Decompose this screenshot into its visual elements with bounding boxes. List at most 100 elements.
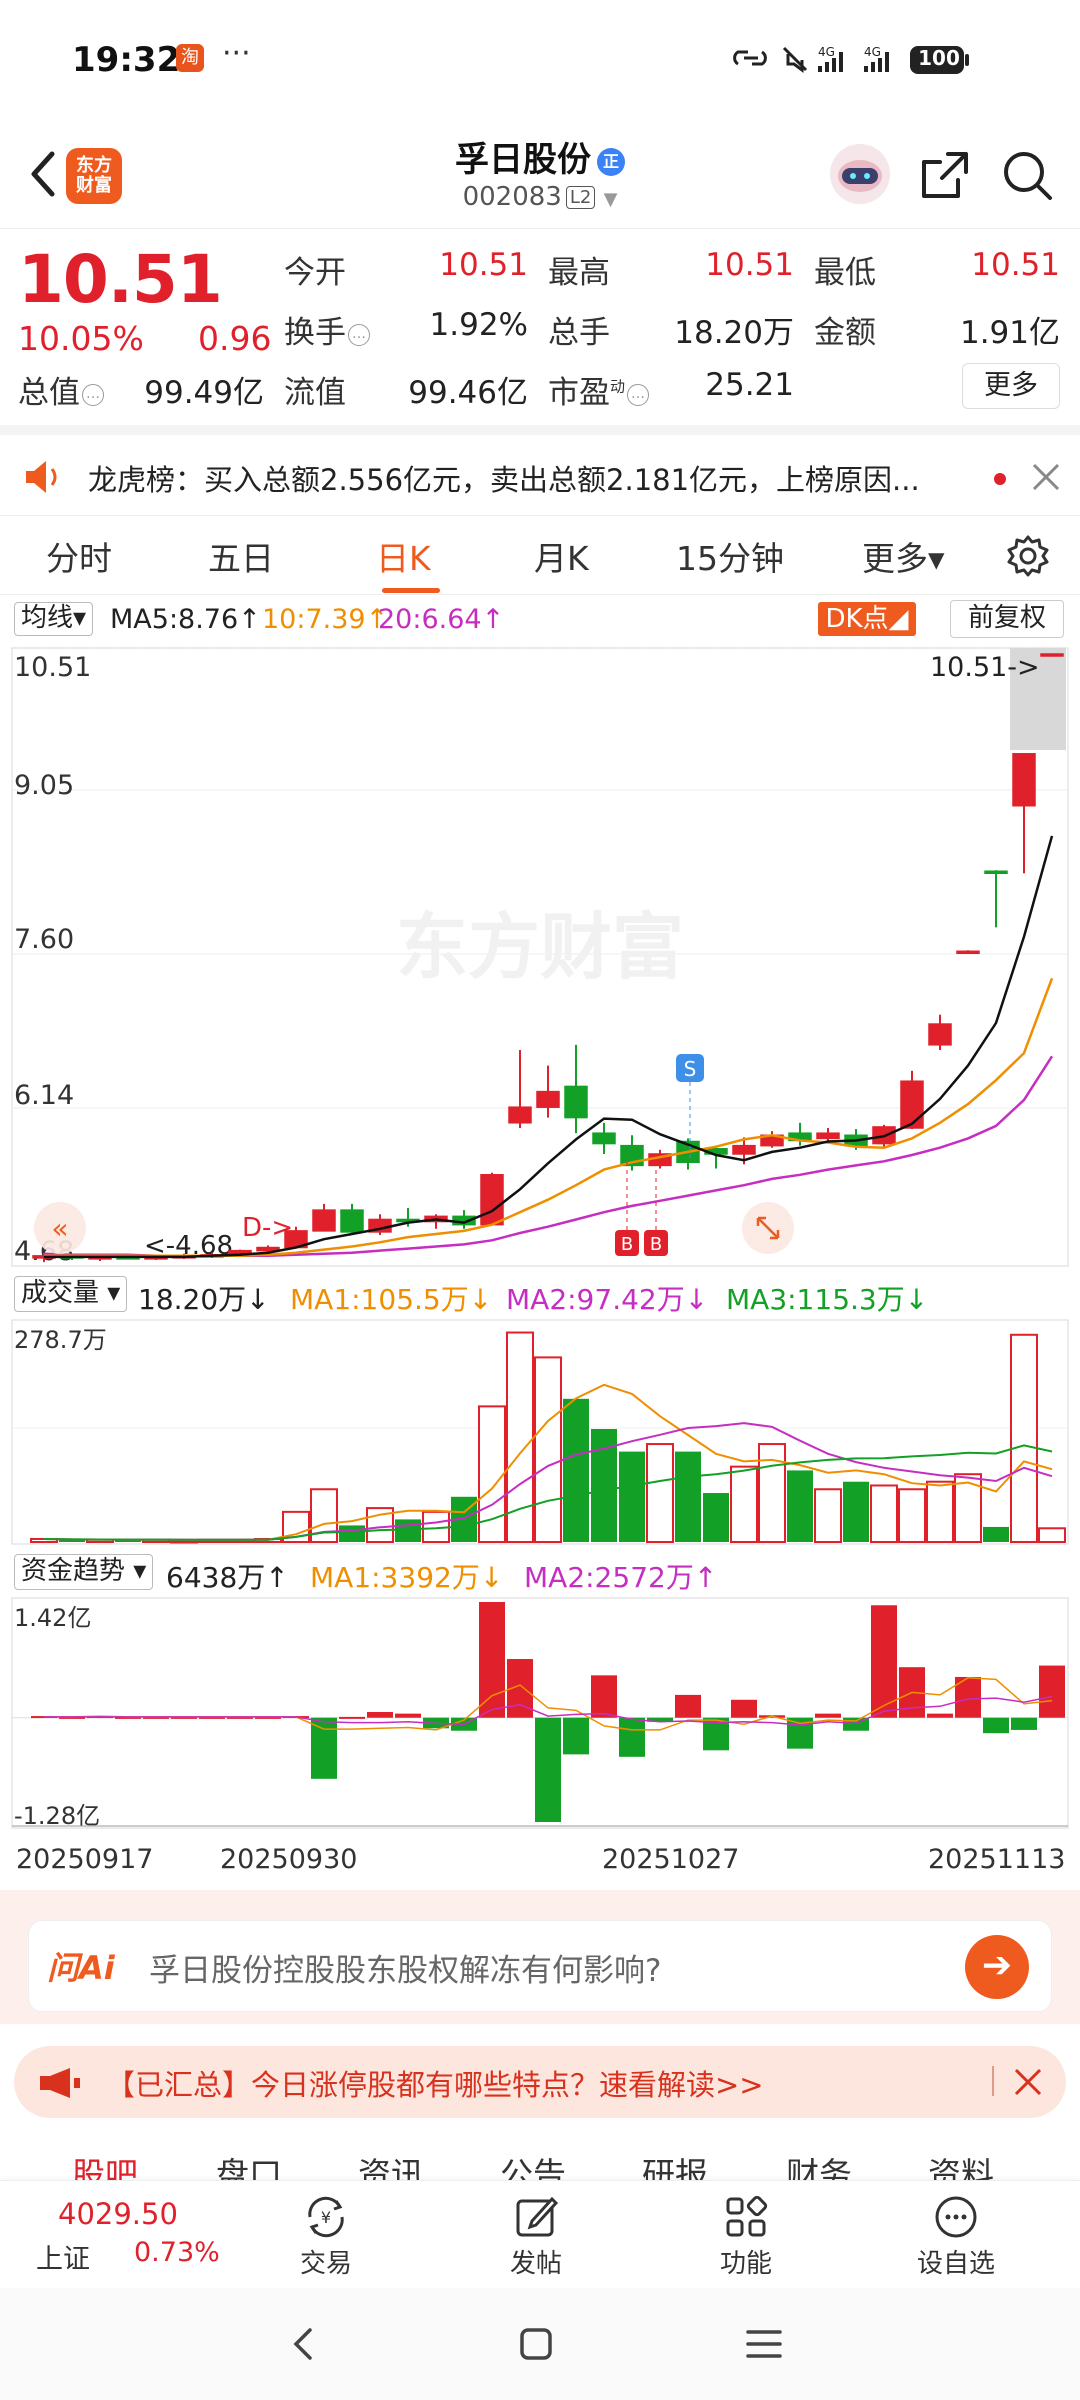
level2-tag: L2 bbox=[565, 186, 596, 209]
more-button[interactable]: 更多 bbox=[962, 363, 1060, 409]
high-value: 10.51 bbox=[705, 247, 794, 283]
volume-y-top: 278.7万 bbox=[14, 1326, 107, 1354]
fund-bar bbox=[479, 1602, 505, 1718]
ai-question-box[interactable]: 问Ai 孚日股份控股股东股权解冻有何影响? ➔ bbox=[28, 1920, 1052, 2012]
volume-bar bbox=[534, 1356, 562, 1543]
tab-profile[interactable]: 资料 bbox=[928, 2148, 994, 2180]
dk-point-button[interactable]: DK点◢ bbox=[818, 602, 916, 636]
y-label-3: 7.60 bbox=[14, 924, 74, 955]
low-value: 10.51 bbox=[971, 247, 1060, 283]
tab-minute[interactable]: 分时 bbox=[46, 532, 112, 580]
ma5-line bbox=[44, 835, 1054, 1259]
date-axis: 20250917 20250930 20251027 20251113 bbox=[0, 1838, 1080, 1890]
fund-trend-chart[interactable]: 1.42亿 -1.28亿 bbox=[0, 1596, 1080, 1838]
tab-five-day[interactable]: 五日 bbox=[208, 532, 274, 580]
tab-pankou[interactable]: 盘口 bbox=[216, 2148, 282, 2180]
expand-icon[interactable] bbox=[742, 1202, 794, 1254]
info-icon[interactable]: … bbox=[82, 383, 104, 406]
add-watchlist-button[interactable]: 设自选 bbox=[896, 2191, 1016, 2280]
fund-bar bbox=[339, 1716, 365, 1719]
indicator-select[interactable]: 均线▾ bbox=[14, 602, 94, 636]
fund-bar bbox=[675, 1694, 701, 1718]
tab-finance[interactable]: 财务 bbox=[786, 2148, 852, 2180]
scroll-left-icon[interactable]: « bbox=[34, 1202, 86, 1254]
tab-daily-k[interactable]: 日K bbox=[376, 532, 431, 580]
period-tabs: 分时 五日 日K 月K 15分钟 更多▾ bbox=[0, 515, 1080, 595]
nav-home-icon[interactable] bbox=[516, 2324, 556, 2364]
ma5-value: MA5:8.76↑ bbox=[110, 604, 261, 635]
search-icon[interactable] bbox=[1000, 148, 1054, 202]
open-label: 今开 bbox=[284, 255, 346, 291]
watermark: 东方财富 bbox=[396, 905, 684, 989]
fund-bar bbox=[395, 1713, 421, 1718]
index-value: 4029.50 bbox=[58, 2197, 178, 2231]
tab-announcements[interactable]: 公告 bbox=[500, 2148, 566, 2180]
ai-robot-icon[interactable] bbox=[828, 142, 892, 206]
volume-bar bbox=[926, 1480, 954, 1543]
volume-ma3: MA3:115.3万↓ bbox=[726, 1283, 929, 1316]
amount-label: 金额 bbox=[814, 315, 876, 351]
taobao-app-icon: 淘 bbox=[176, 44, 204, 72]
candle bbox=[536, 1065, 560, 1118]
volume-bar bbox=[395, 1519, 421, 1542]
nav-back-icon[interactable] bbox=[284, 2324, 324, 2364]
high-label: 最高 bbox=[548, 255, 610, 291]
tab-guba[interactable]: 股吧 bbox=[72, 2148, 138, 2180]
gear-icon[interactable] bbox=[1006, 534, 1050, 578]
price-adjust-button[interactable]: 前复权 bbox=[950, 600, 1064, 638]
quote-panel: 10.51 10.05% 0.96 今开 10.51 最高 10.51 最低 1… bbox=[0, 228, 1080, 418]
candle bbox=[760, 1131, 784, 1148]
close-icon[interactable] bbox=[1026, 457, 1066, 497]
volume-bar bbox=[646, 1443, 674, 1543]
candle bbox=[956, 950, 980, 955]
ai-logo: 问Ai bbox=[47, 1949, 115, 1987]
volume-ma2: MA2:97.42万↓ bbox=[506, 1283, 709, 1316]
nav-recents-icon[interactable] bbox=[744, 2324, 784, 2364]
ai-question-text[interactable]: 孚日股份控股股东股权解冻有何影响? bbox=[149, 1945, 661, 1990]
info-icon[interactable]: … bbox=[348, 323, 370, 346]
trade-button[interactable]: ¥ 交易 bbox=[266, 2191, 386, 2280]
notice-text[interactable]: 【已汇总】今日涨停股都有哪些特点？速看解读>> bbox=[106, 2062, 764, 2104]
grid-icon bbox=[726, 2195, 768, 2237]
tab-more[interactable]: 更多▾ bbox=[862, 532, 945, 580]
svg-text:B: B bbox=[650, 1234, 662, 1255]
turnover-label: 换手… bbox=[284, 307, 370, 352]
share-icon[interactable] bbox=[918, 148, 972, 202]
volume-legend: 成交量 ▾ 18.20万↓ MA1:105.5万↓ MA2:97.42万↓ MA… bbox=[0, 1270, 1080, 1318]
pe-label: 市盈动… bbox=[548, 367, 650, 412]
fund-bar bbox=[563, 1717, 589, 1755]
svg-text:4G: 4G bbox=[864, 45, 881, 59]
ai-go-button[interactable]: ➔ bbox=[965, 1935, 1029, 1999]
tab-monthly-k[interactable]: 月K bbox=[534, 532, 589, 580]
volume-chart[interactable]: 278.7万 bbox=[0, 1318, 1080, 1546]
functions-button[interactable]: 功能 bbox=[686, 2191, 806, 2280]
volume-bar bbox=[619, 1451, 645, 1542]
tab-15min[interactable]: 15分钟 bbox=[676, 532, 784, 580]
fund-indicator-select[interactable]: 资金趋势 ▾ bbox=[14, 1554, 154, 1590]
dragon-tiger-bar[interactable]: 龙虎榜：买入总额2.556亿元，卖出总额2.181亿元，上榜原因... bbox=[0, 425, 1080, 515]
kline-chart[interactable]: 东方财富 10.51 9.05 7.60 6.14 4.68 10.51-> <… bbox=[0, 642, 1080, 1270]
market-cap-label: 总值… bbox=[18, 367, 104, 412]
volume-bar bbox=[339, 1525, 365, 1542]
info-icon[interactable]: … bbox=[627, 383, 650, 406]
close-icon[interactable] bbox=[1010, 2064, 1046, 2100]
volume-indicator-select[interactable]: 成交量 ▾ bbox=[14, 1276, 128, 1312]
limit-up-notice[interactable]: 【已汇总】今日涨停股都有哪些特点？速看解读>> bbox=[14, 2046, 1066, 2118]
last-price-tag: 10.51-> bbox=[930, 652, 1040, 683]
tab-research[interactable]: 研报 bbox=[642, 2148, 708, 2180]
fund-ma1: MA1:3392万↓ bbox=[310, 1561, 504, 1594]
battery-level: 100 bbox=[918, 46, 960, 70]
megaphone-icon bbox=[40, 2068, 80, 2098]
date-label-1: 20250917 bbox=[16, 1844, 154, 1875]
tab-news[interactable]: 资讯 bbox=[358, 2148, 424, 2180]
fund-current: 6438万↑ bbox=[166, 1561, 289, 1594]
post-button[interactable]: 发帖 bbox=[476, 2191, 596, 2280]
more-dots-icon bbox=[935, 2196, 977, 2238]
edit-icon bbox=[516, 2196, 559, 2237]
candle bbox=[368, 1214, 392, 1236]
volume-bar bbox=[843, 1481, 869, 1542]
amount-value: 1.91亿 bbox=[959, 315, 1060, 351]
ma20-value: 20:6.64↑ bbox=[378, 604, 505, 635]
y-label-2: 9.05 bbox=[14, 770, 74, 801]
fund-bar bbox=[1011, 1717, 1037, 1730]
